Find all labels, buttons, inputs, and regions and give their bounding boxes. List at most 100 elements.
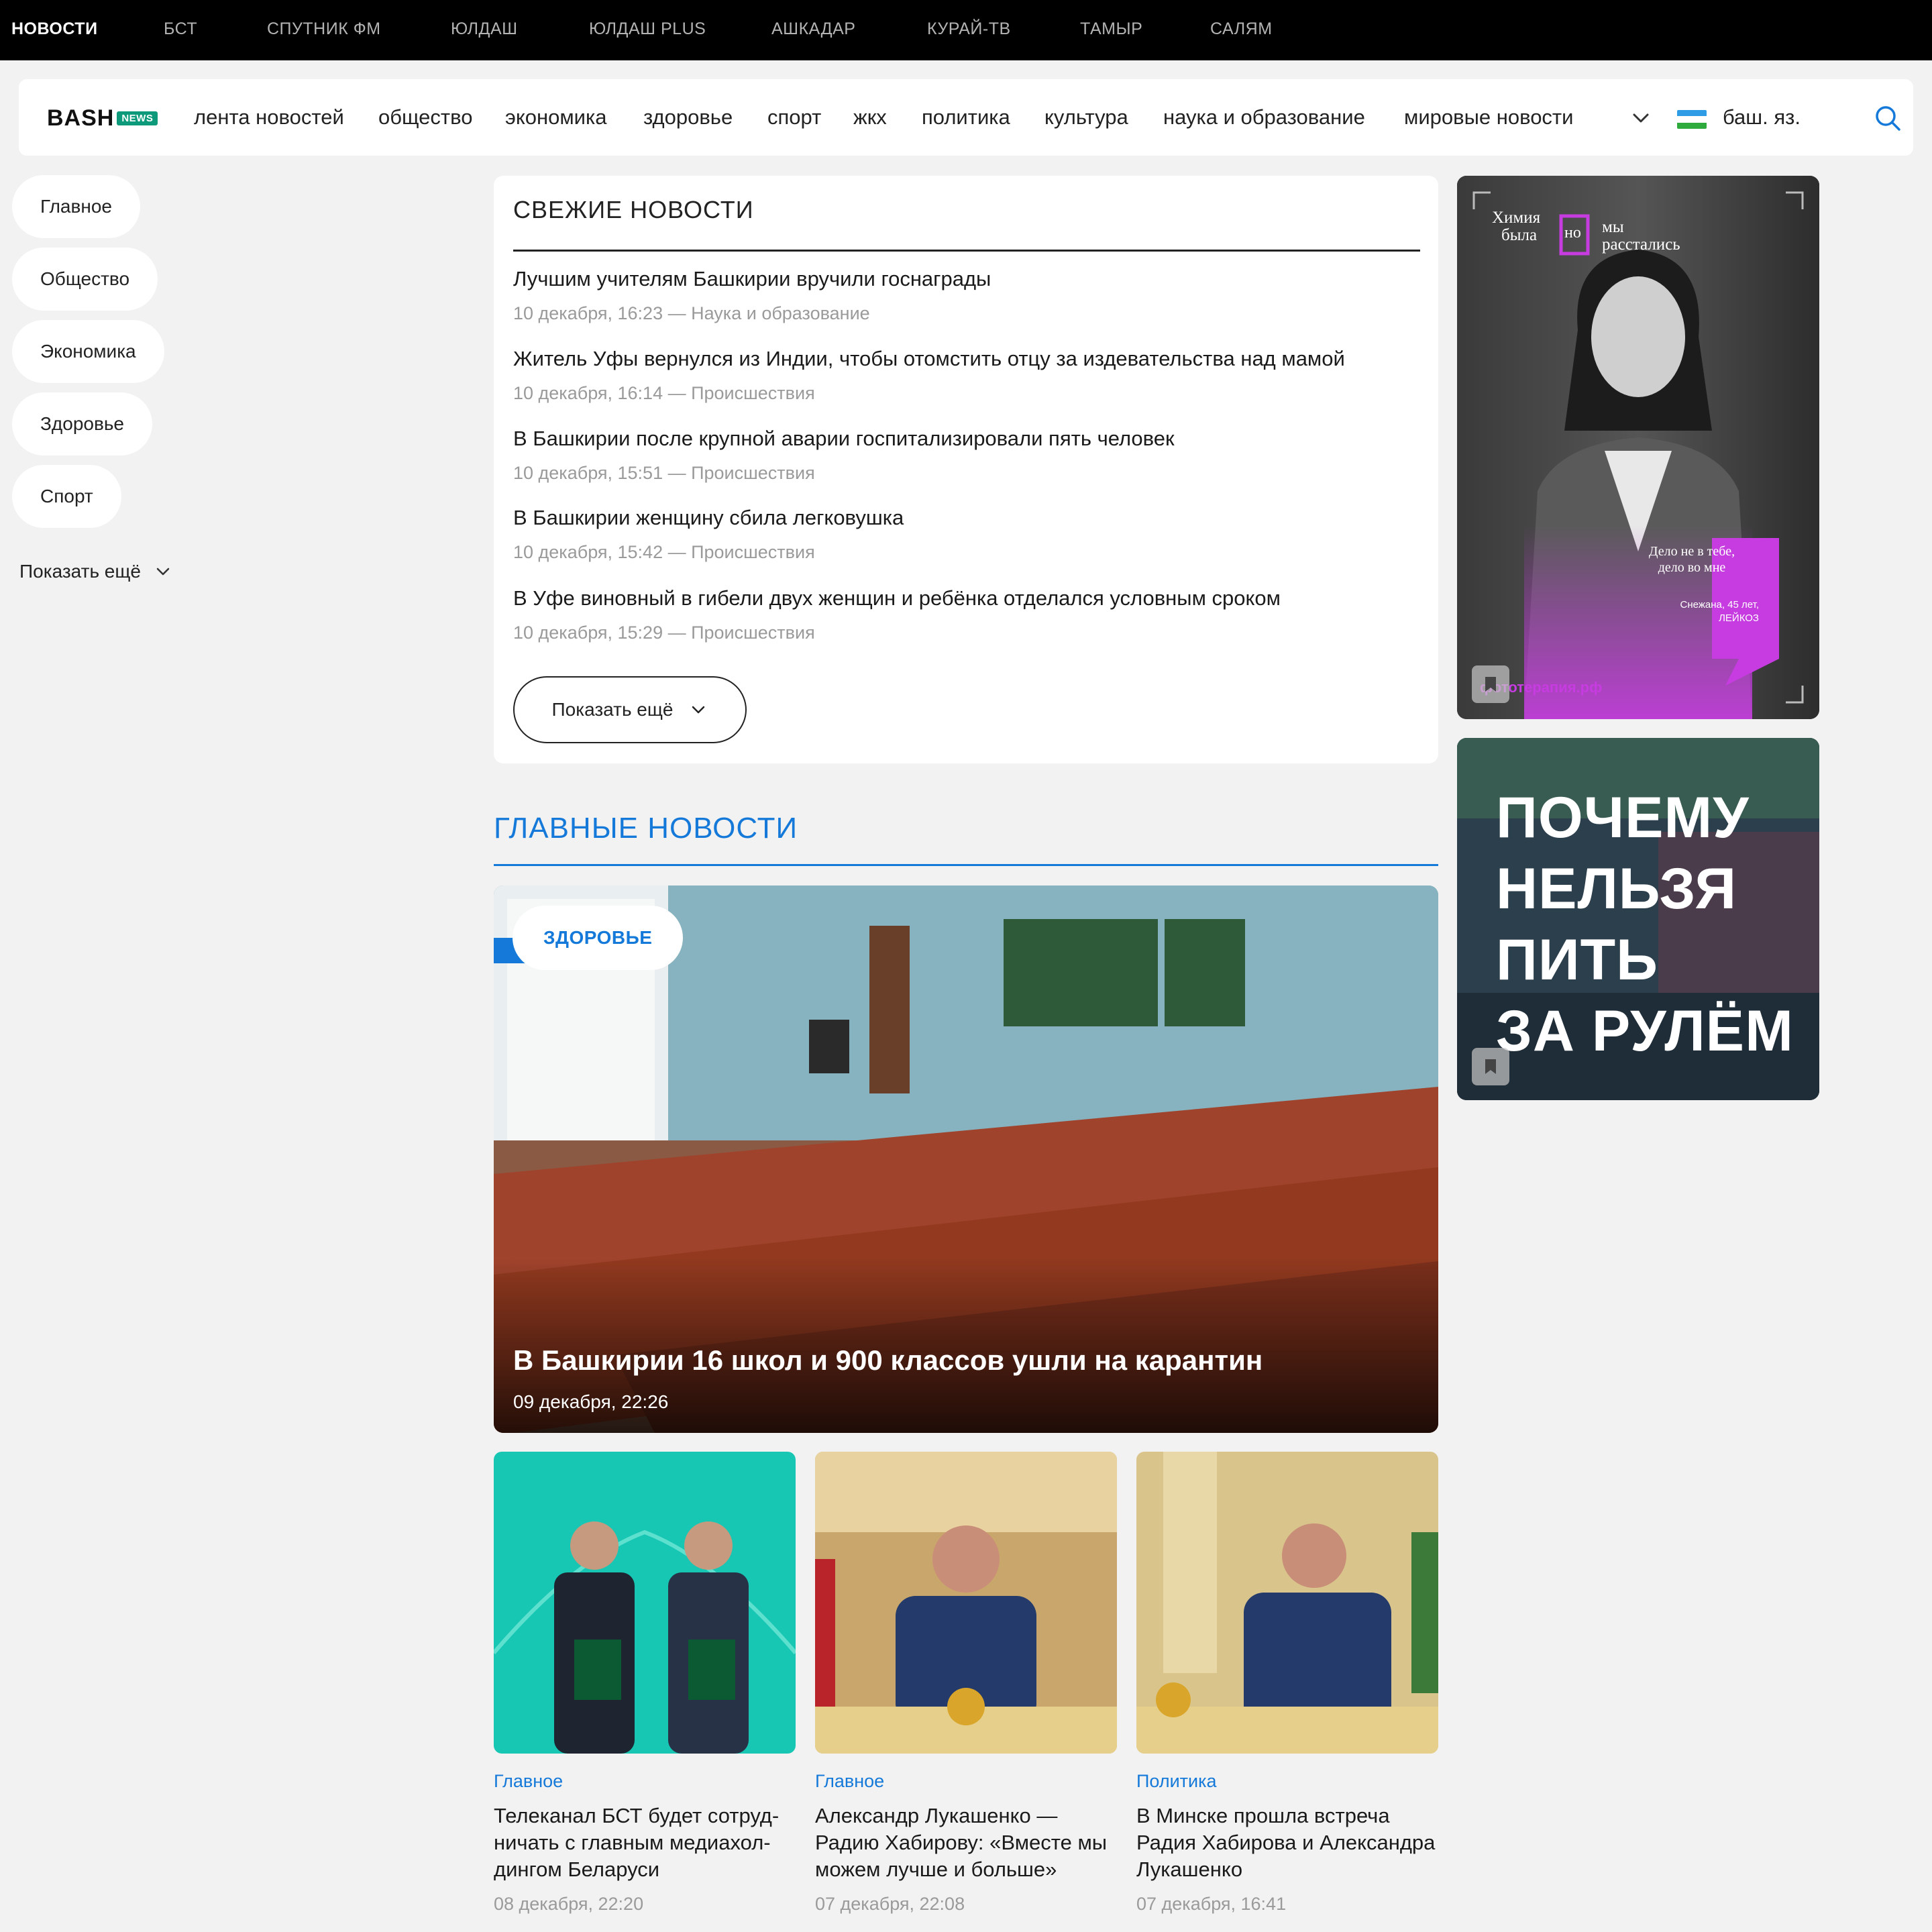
network-link-tamyr[interactable]: ТАМЫР [1080, 0, 1142, 60]
bst-signing-photo [494, 1452, 796, 1754]
list-item[interactable]: В Уфе виновный в гибели двух женщин и ре… [513, 586, 1426, 643]
sidebar-show-more[interactable]: Показать ещё [19, 561, 173, 582]
bookmark-icon[interactable] [1472, 1048, 1509, 1085]
show-more-button[interactable]: Показать ещё [513, 676, 747, 743]
news-card-category[interactable]: Главное [815, 1771, 1117, 1792]
ad-headline-line: ПИТЬ [1496, 928, 1658, 992]
news-meta: 10 декабря, 15:42 — Происшествия [513, 542, 815, 562]
search-icon[interactable] [1873, 103, 1902, 133]
ad-headline-word: расстались [1602, 235, 1680, 254]
ad-quote-line: Дело не в тебе, [1648, 544, 1735, 559]
news-headline[interactable]: В Башкирии женщину сбила легковушка [513, 506, 1426, 530]
news-headline[interactable]: Лучшим учителям Башкирии вручили госнагр… [513, 267, 1426, 291]
bookmark-glyph [1485, 1059, 1496, 1074]
news-card-image[interactable] [494, 1452, 796, 1754]
logo-text: BASH [47, 105, 115, 131]
news-meta: 10 декабря, 15:29 — Происшествия [513, 623, 815, 643]
ad-headline-right: мы расстались [1602, 219, 1680, 254]
news-headline[interactable]: Житель Уфы вернулся из Индии, чтобы отом… [513, 347, 1426, 371]
site-header: BASH NEWS лента новостей общество эконом… [19, 79, 1913, 156]
nav-politics[interactable]: политика [922, 79, 1010, 156]
network-link-yuldash[interactable]: ЮЛДАШ [451, 0, 518, 60]
ad-headline-word: Химия [1492, 209, 1541, 227]
ad-banner-phototherapy[interactable]: Химия была но мы расстались Дело не в те… [1457, 176, 1819, 719]
fresh-news-title: СВЕЖИЕ НОВОСТИ [513, 196, 754, 223]
nav-world[interactable]: мировые новости [1404, 79, 1573, 156]
news-card[interactable]: Политика В Минске прошла встреча Радия Х… [1136, 1452, 1438, 1915]
ad-signature: Снежана, 45 лет, ЛЕЙКОЗ [1658, 598, 1759, 625]
ad-signature-line: ЛЕЙКОЗ [1719, 612, 1759, 624]
news-card-image[interactable] [1136, 1452, 1438, 1754]
network-link-sputnik[interactable]: СПУТНИК ФМ [267, 0, 381, 60]
nav-science[interactable]: наука и образование [1163, 79, 1365, 156]
news-card-image[interactable] [815, 1452, 1117, 1754]
sidebar-item-society[interactable]: Общество [12, 248, 158, 311]
chevron-down-icon[interactable] [1627, 105, 1654, 131]
nav-feed[interactable]: лента новостей [194, 79, 344, 156]
news-headline[interactable]: В Уфе виновный в гибели двух женщин и ре… [513, 586, 1426, 610]
network-link-salyam[interactable]: САЛЯМ [1210, 0, 1273, 60]
news-card-date: 07 декабря, 22:08 [815, 1894, 965, 1914]
nav-housing[interactable]: жкх [853, 79, 887, 156]
ad-headline: ПОЧЕМУ НЕЛЬЗЯ ПИТЬ ЗА РУЛЁМ [1496, 782, 1794, 1067]
network-link-ashkadar[interactable]: АШКАДАР [771, 0, 855, 60]
nav-economy[interactable]: экономика [505, 79, 606, 156]
show-more-label: Показать ещё [551, 699, 674, 720]
news-card-title[interactable]: Телеканал БСТ будет сотруд-ничать с глав… [494, 1803, 796, 1883]
network-link-bst[interactable]: БСТ [164, 0, 197, 60]
flag-stripe-green [1677, 122, 1707, 129]
flag-stripe-blue [1677, 110, 1707, 117]
chevron-down-icon [156, 568, 170, 576]
network-link-yuldash-plus[interactable]: ЮЛДАШ PLUS [589, 0, 706, 60]
ad-quote: Дело не в тебе, дело во мне [1625, 543, 1759, 576]
ad-headline-line: ЗА РУЛЁМ [1496, 999, 1794, 1063]
category-badge[interactable]: ЗДОРОВЬЕ [513, 906, 684, 970]
list-item[interactable]: Лучшим учителям Башкирии вручили госнагр… [513, 267, 1426, 324]
lukashenko-speech-photo [815, 1452, 1117, 1754]
list-item[interactable]: В Башкирии после крупной аварии госпитал… [513, 427, 1426, 484]
news-card[interactable]: Главное Телеканал БСТ будет сотруд-ничат… [494, 1452, 796, 1915]
news-card-title[interactable]: В Минске прошла встреча Радия Хабирова и… [1136, 1803, 1438, 1883]
bookmark-icon[interactable] [1472, 665, 1509, 703]
network-link-novosti[interactable]: НОВОСТИ [11, 0, 98, 60]
news-headline[interactable]: В Башкирии после крупной аварии госпитал… [513, 427, 1426, 451]
language-switch[interactable]: баш. яз. [1723, 79, 1801, 156]
ad-headline-word: была [1501, 226, 1538, 244]
sidebar-item-health[interactable]: Здоровье [12, 392, 153, 455]
list-item[interactable]: Житель Уфы вернулся из Индии, чтобы отом… [513, 347, 1426, 404]
news-card-date: 08 декабря, 22:20 [494, 1894, 644, 1914]
network-link-kurai[interactable]: КУРАЙ-ТВ [927, 0, 1011, 60]
hero-headline[interactable]: В Башкирии 16 школ и 900 классов ушли на… [513, 1344, 1263, 1377]
news-meta: 10 декабря, 15:51 — Происшествия [513, 463, 815, 483]
minsk-meeting-photo [1136, 1452, 1438, 1754]
news-meta: 10 декабря, 16:23 — Наука и образование [513, 303, 870, 323]
ad-signature-line: Снежана, 45 лет, [1680, 599, 1759, 610]
sidebar-item-economy[interactable]: Экономика [12, 320, 164, 383]
site-logo[interactable]: BASH NEWS [47, 105, 158, 131]
sidebar-item-sport[interactable]: Спорт [12, 465, 121, 528]
news-card-date: 07 декабря, 16:41 [1136, 1894, 1287, 1914]
news-card[interactable]: Главное Александр Лукашенко — Радию Хаби… [815, 1452, 1117, 1915]
ad-headline-left: Химия была [1492, 209, 1540, 244]
ad-woman-photo [1457, 176, 1819, 719]
nav-health[interactable]: здоровье [643, 79, 733, 156]
nav-sport[interactable]: спорт [767, 79, 821, 156]
ad-banner-drunk-driving[interactable]: ПОЧЕМУ НЕЛЬЗЯ ПИТЬ ЗА РУЛЁМ [1457, 738, 1819, 1100]
sidebar-show-more-label: Показать ещё [19, 561, 141, 582]
fresh-news-card: СВЕЖИЕ НОВОСТИ Лучшим учителям Башкирии … [494, 176, 1438, 763]
news-card-category[interactable]: Политика [1136, 1771, 1438, 1792]
news-card-category[interactable]: Главное [494, 1771, 796, 1792]
news-card-title[interactable]: Александр Лукашенко — Радию Хабирову: «В… [815, 1803, 1117, 1883]
ad-quote-line: дело во мне [1658, 560, 1726, 575]
network-bar: НОВОСТИ БСТ СПУТНИК ФМ ЮЛДАШ ЮЛДАШ PLUS … [0, 0, 1932, 60]
bashkortostan-flag-icon[interactable] [1677, 110, 1707, 129]
hero-article[interactable]: ЗДОРОВЬЕ В Башкирии 16 школ и 900 классо… [494, 885, 1438, 1433]
ad-headline-no: но [1564, 224, 1581, 241]
nav-society[interactable]: общество [378, 79, 472, 156]
list-item[interactable]: В Башкирии женщину сбила легковушка 10 д… [513, 506, 1426, 563]
ad-headline-line: ПОЧЕМУ [1496, 786, 1750, 850]
divider [494, 864, 1438, 866]
sidebar-item-main[interactable]: Главное [12, 175, 140, 238]
nav-culture[interactable]: культура [1044, 79, 1128, 156]
chevron-down-icon [692, 706, 704, 714]
